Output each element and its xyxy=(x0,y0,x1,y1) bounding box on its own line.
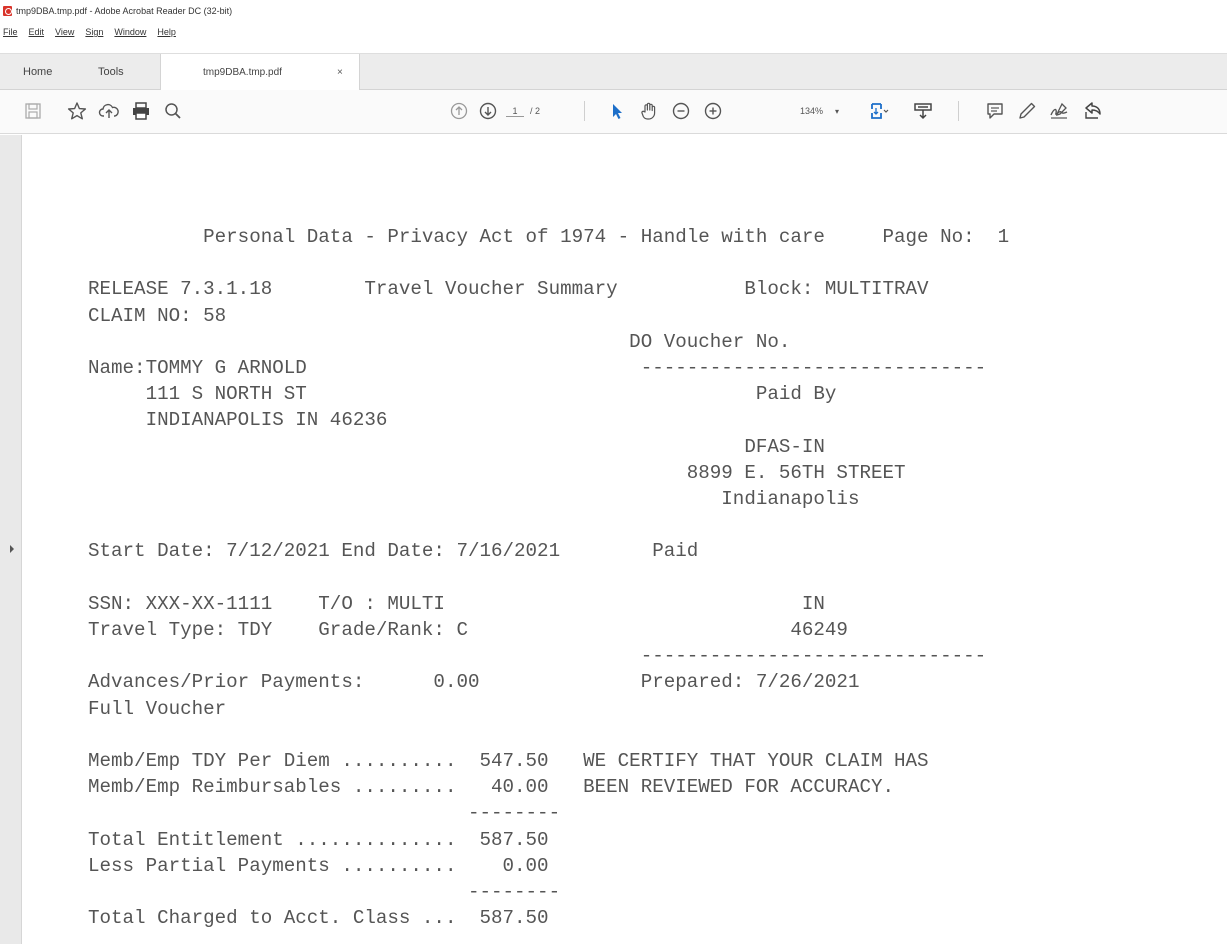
page-down-icon[interactable] xyxy=(475,98,501,124)
page-number-field[interactable]: 1 / 2 xyxy=(506,100,540,122)
page-total: / 2 xyxy=(530,106,541,116)
title-bar: tmp9DBA.tmp.pdf - Adobe Acrobat Reader D… xyxy=(0,0,1227,22)
tab-home[interactable]: Home xyxy=(23,54,52,91)
document-line: INDIANAPOLIS IN 46236 xyxy=(88,409,388,432)
zoom-caret-icon: ▾ xyxy=(835,106,840,116)
bookmark-star-icon[interactable] xyxy=(64,98,90,124)
document-line: DO Voucher No. xyxy=(88,330,791,353)
document-line: Start Date: 7/12/2021 End Date: 7/16/202… xyxy=(88,540,699,563)
document-line: Personal Data - Privacy Act of 1974 - Ha… xyxy=(88,226,1010,248)
document-line: -------- xyxy=(88,881,561,904)
page-up-icon[interactable] xyxy=(446,98,472,124)
zoom-value: 134% xyxy=(800,106,824,116)
page-current[interactable]: 1 xyxy=(506,106,524,117)
menu-sign[interactable]: Sign xyxy=(85,27,103,37)
navigation-pane-collapsed xyxy=(0,135,22,944)
zoom-in-icon[interactable] xyxy=(700,98,726,124)
document-line: SSN: XXX-XX-1111 T/O : MULTI IN xyxy=(88,592,825,615)
read-mode-icon[interactable] xyxy=(910,98,936,124)
print-icon[interactable] xyxy=(128,98,154,124)
menu-view[interactable]: View xyxy=(55,27,74,37)
acrobat-app-icon xyxy=(3,6,12,16)
menu-file[interactable]: File xyxy=(3,27,18,37)
toolbar: 1 / 2 134% ▾ xyxy=(0,90,1227,134)
document-line: -------- xyxy=(88,802,561,825)
fit-page-icon[interactable] xyxy=(866,98,892,124)
window-title: tmp9DBA.tmp.pdf - Adobe Acrobat Reader D… xyxy=(16,6,233,16)
document-line: ------------------------------ xyxy=(88,645,987,668)
share-upload-icon[interactable] xyxy=(96,98,122,124)
document-line: CLAIM NO: 58 xyxy=(88,304,227,327)
tab-tools[interactable]: Tools xyxy=(98,54,124,91)
zoom-level-dropdown[interactable]: 134% ▾ xyxy=(800,100,839,122)
document-line: Total Charged to Acct. Class ... 587.50 xyxy=(88,907,549,930)
sign-icon[interactable] xyxy=(1046,98,1072,124)
document-line: Indianapolis xyxy=(88,488,860,511)
hand-icon[interactable] xyxy=(636,98,662,124)
document-line: Total Entitlement .............. 587.50 xyxy=(88,828,549,851)
menu-help[interactable]: Help xyxy=(157,27,176,37)
tab-document[interactable]: tmp9DBA.tmp.pdf × xyxy=(160,54,360,92)
menu-window[interactable]: Window xyxy=(114,27,146,37)
search-icon[interactable] xyxy=(160,98,186,124)
zoom-out-icon[interactable] xyxy=(668,98,694,124)
document-line: Full Voucher xyxy=(88,697,227,720)
document-line: Travel Type: TDY Grade/Rank: C 46249 xyxy=(88,619,848,642)
menu-bar: File Edit View Sign Window Help xyxy=(0,22,187,42)
document-line: Memb/Emp Reimbursables ......... 40.00 B… xyxy=(88,776,895,799)
share-icon[interactable] xyxy=(1080,98,1106,124)
toolbar-divider xyxy=(958,101,959,121)
document-line: RELEASE 7.3.1.18 Travel Voucher Summary … xyxy=(88,278,929,301)
document-line: 111 S NORTH ST Paid By xyxy=(88,383,837,406)
document-line: DFAS-IN xyxy=(88,435,825,458)
document-line: 8899 E. 56TH STREET xyxy=(88,461,906,484)
expand-pane-arrow-icon[interactable] xyxy=(10,545,14,553)
select-cursor-icon[interactable] xyxy=(604,98,630,124)
document-page: Personal Data - Privacy Act of 1974 - Ha… xyxy=(23,135,1227,944)
tab-close-icon[interactable]: × xyxy=(337,54,343,91)
highlight-pen-icon[interactable] xyxy=(1014,98,1040,124)
tab-document-label: tmp9DBA.tmp.pdf xyxy=(203,67,282,78)
comment-icon[interactable] xyxy=(982,98,1008,124)
document-line: Advances/Prior Payments: 0.00 Prepared: … xyxy=(88,671,860,694)
toolbar-divider xyxy=(584,101,585,121)
tab-bar: Home Tools tmp9DBA.tmp.pdf × xyxy=(0,53,1227,92)
document-line: Name:TOMMY G ARNOLD --------------------… xyxy=(88,357,987,380)
document-line: Memb/Emp TDY Per Diem .......... 547.50 … xyxy=(88,750,929,773)
menu-edit[interactable]: Edit xyxy=(29,27,45,37)
save-icon[interactable] xyxy=(20,98,46,124)
document-line: Less Partial Payments .......... 0.00 xyxy=(88,854,549,877)
voucher-text: Personal Data - Privacy Act of 1974 - Ha… xyxy=(88,224,1009,931)
